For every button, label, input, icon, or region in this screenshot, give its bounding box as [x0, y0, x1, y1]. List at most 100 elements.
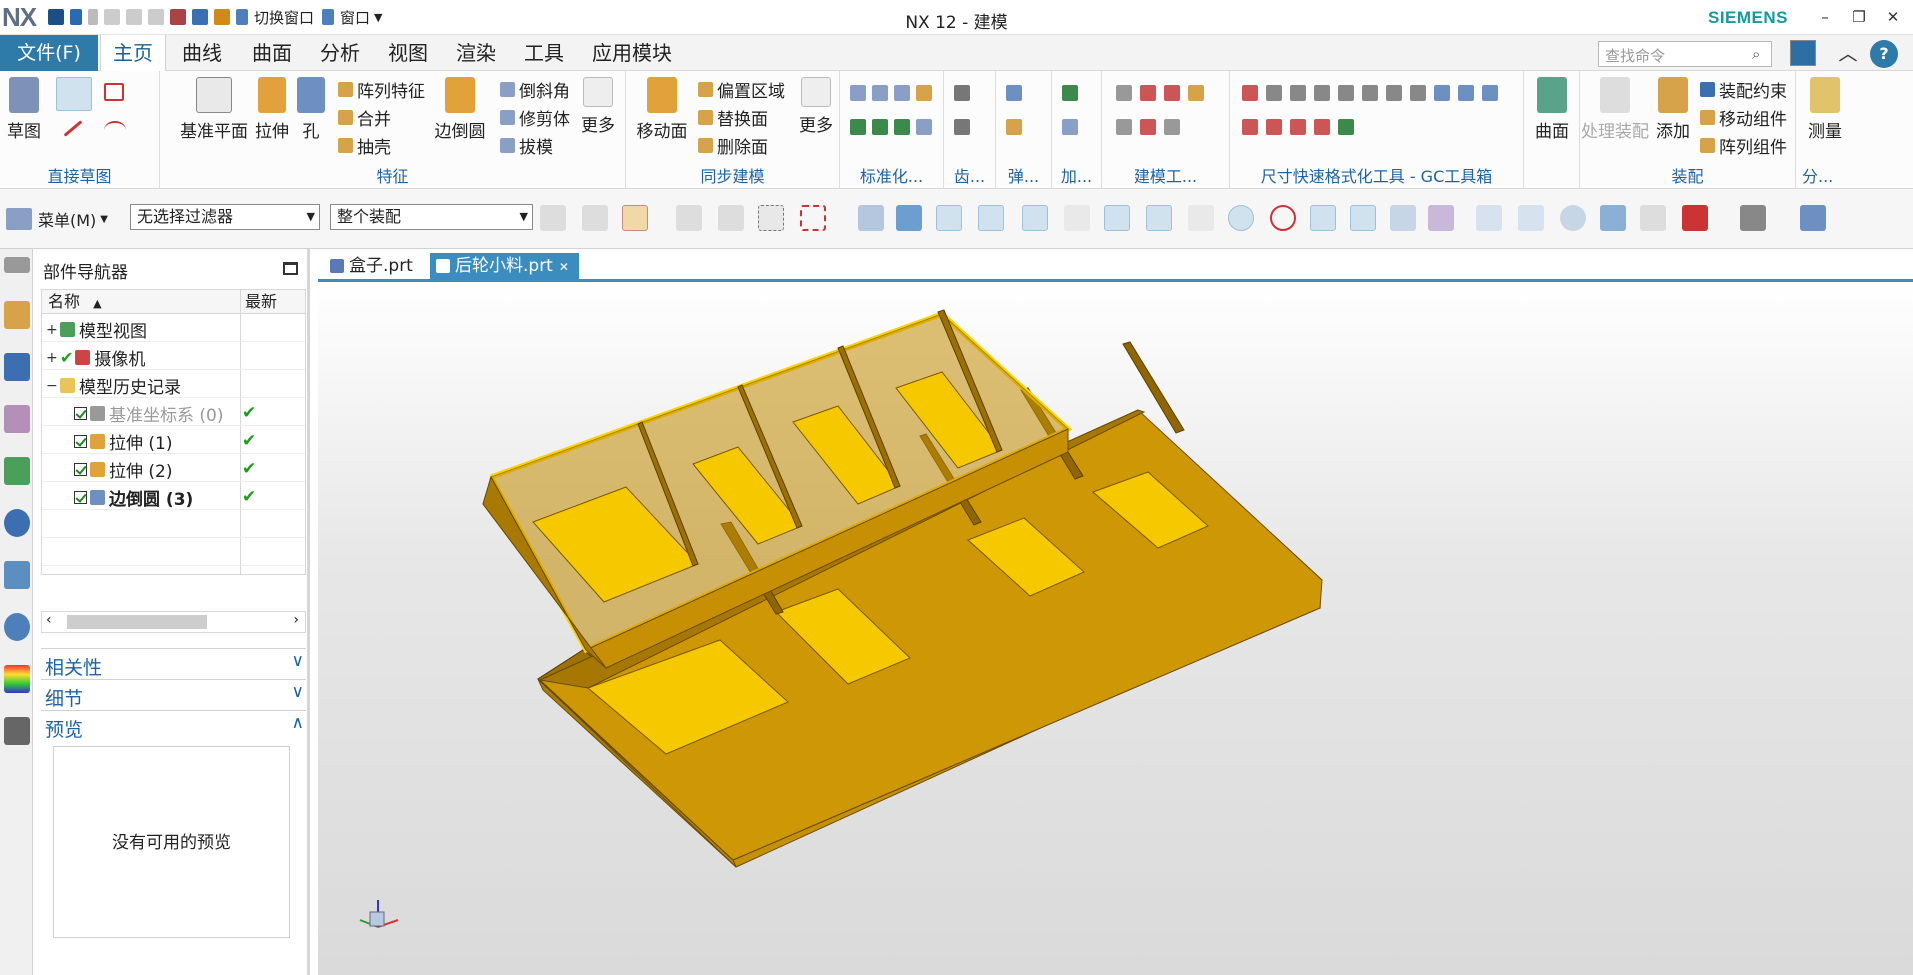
preview-section[interactable]: 预览 ∧	[41, 710, 306, 741]
chamfer-button[interactable]: 倒斜角	[500, 77, 570, 102]
existing-point-icon[interactable]	[1310, 205, 1336, 231]
type-filter-icon[interactable]	[622, 205, 648, 231]
view-orientation-icon[interactable]	[1800, 205, 1826, 231]
shell-button[interactable]: 抽壳	[338, 133, 391, 158]
arc-icon[interactable]	[104, 121, 126, 139]
redo-icon[interactable]	[88, 9, 98, 25]
assembly-navigator-icon[interactable]	[4, 301, 30, 329]
select-all-icon[interactable]	[676, 205, 702, 231]
web-browser-icon[interactable]	[4, 509, 30, 537]
dimension-tool-icon[interactable]	[1410, 85, 1426, 101]
cut-icon[interactable]	[104, 9, 120, 25]
point-on-curve-icon[interactable]	[1350, 205, 1376, 231]
add-feature-icon[interactable]	[1062, 119, 1078, 135]
role-icon[interactable]	[4, 717, 30, 745]
modeling-tool-icon[interactable]	[1188, 85, 1204, 101]
history-icon[interactable]	[4, 561, 30, 589]
collapse-ribbon-icon[interactable]: ︿	[1834, 40, 1862, 68]
section-view-icon[interactable]	[1640, 205, 1666, 231]
standard-part-icon[interactable]	[894, 85, 910, 101]
dimension-tool-icon[interactable]	[1458, 85, 1474, 101]
dimension-tool-icon[interactable]	[1242, 85, 1258, 101]
surface-button[interactable]: 曲面	[1526, 75, 1578, 151]
window-icon[interactable]	[322, 9, 335, 25]
command-search-input[interactable]: 查找命令	[1598, 41, 1772, 67]
tree-row[interactable]: + ✔ 摄像机	[42, 342, 305, 370]
replace-face-button[interactable]: 替换面	[698, 105, 768, 130]
minimize-button[interactable]: –	[1812, 6, 1838, 28]
copy-icon[interactable]	[126, 9, 142, 25]
scroll-right-icon[interactable]: ›	[293, 612, 299, 628]
draft-button[interactable]: 拔模	[500, 133, 553, 158]
standard-part-icon[interactable]	[872, 85, 888, 101]
tab-tools[interactable]: 工具	[512, 35, 576, 71]
modeling-tool-icon[interactable]	[1140, 85, 1156, 101]
quadrant-point-icon[interactable]	[1270, 205, 1296, 231]
curve-icon[interactable]	[1064, 205, 1090, 231]
spline-point-icon[interactable]	[1146, 205, 1172, 231]
offset-region-button[interactable]: 偏置区域	[698, 77, 785, 102]
chevron-down-icon[interactable]: ▼	[374, 11, 382, 24]
restore-button[interactable]: ❐	[1846, 6, 1872, 28]
box-model[interactable]	[318, 282, 1913, 975]
hole-button[interactable]: 孔	[294, 75, 328, 151]
snap-point-icon[interactable]	[936, 205, 962, 231]
delete-icon[interactable]	[170, 9, 186, 25]
add-component-button[interactable]: 添加	[1652, 75, 1694, 151]
display-style-icon[interactable]	[1740, 205, 1766, 231]
save-icon[interactable]	[48, 9, 64, 25]
rectangle-select-icon[interactable]	[800, 205, 826, 231]
process-assembly-button[interactable]: 处理装配	[1580, 75, 1650, 151]
control-point-icon[interactable]	[1104, 205, 1130, 231]
undo-icon[interactable]	[70, 9, 82, 25]
maximize-icon[interactable]	[283, 262, 298, 275]
switch-window-button[interactable]: 切换窗口	[254, 7, 314, 28]
modeling-tool-icon[interactable]	[1164, 85, 1180, 101]
mid-point-icon[interactable]	[1022, 205, 1048, 231]
intersection-point-icon[interactable]	[1188, 205, 1214, 231]
repeat-command-icon[interactable]	[192, 9, 208, 25]
general-selection-icon[interactable]	[540, 205, 566, 231]
dimension-tool-icon[interactable]	[1338, 85, 1354, 101]
reuse-library-icon[interactable]	[4, 457, 30, 485]
standard-part-icon[interactable]	[850, 119, 866, 135]
standard-part-icon[interactable]	[850, 85, 866, 101]
line-icon[interactable]	[63, 120, 83, 137]
scroll-left-icon[interactable]: ‹	[46, 612, 52, 628]
dimension-tool-icon[interactable]	[1242, 119, 1258, 135]
tab-view[interactable]: 视图	[376, 35, 440, 71]
document-tab-box[interactable]: 盒子.prt	[324, 253, 423, 282]
switch-window-icon[interactable]	[236, 9, 248, 25]
document-tab-rear-wheel[interactable]: 后轮小料.prt ✕	[430, 253, 579, 282]
bounded-grid-icon[interactable]	[1428, 205, 1454, 231]
orient-view-icon[interactable]	[1600, 205, 1626, 231]
trim-body-button[interactable]: 修剪体	[500, 105, 570, 130]
standard-part-icon[interactable]	[916, 119, 932, 135]
feature-more-button[interactable]: 更多	[576, 75, 620, 151]
dimension-tool-icon[interactable]	[1314, 119, 1330, 135]
clock-icon[interactable]	[4, 613, 30, 641]
gear-icon[interactable]	[954, 119, 970, 135]
dimension-tool-icon[interactable]	[1482, 85, 1498, 101]
move-face-button[interactable]: 移动面	[632, 75, 692, 151]
tree-row[interactable]: 边倒圆 (3) ✔	[42, 482, 305, 510]
standard-part-icon[interactable]	[916, 85, 932, 101]
dimension-tool-icon[interactable]	[1314, 85, 1330, 101]
full-screen-icon[interactable]	[1790, 40, 1816, 66]
details-section[interactable]: 细节 ∨	[41, 679, 306, 710]
scrollbar-thumb[interactable]	[67, 615, 207, 629]
rectangle-icon[interactable]	[104, 83, 124, 101]
gear-icon[interactable]	[954, 85, 970, 101]
dimension-tool-icon[interactable]	[1386, 85, 1402, 101]
solid-body-icon[interactable]	[896, 205, 922, 231]
end-point-icon[interactable]	[978, 205, 1004, 231]
arc-center-icon[interactable]	[1228, 205, 1254, 231]
sketch-button[interactable]: 草图	[0, 75, 48, 151]
selection-intent-icon[interactable]	[582, 205, 608, 231]
tree-row[interactable]: 拉伸 (1) ✔	[42, 426, 305, 454]
standard-part-icon[interactable]	[894, 119, 910, 135]
window-button[interactable]: 窗口	[340, 7, 370, 28]
tree-row[interactable]: 基准坐标系 (0) ✔	[42, 398, 305, 426]
modeling-tool-icon[interactable]	[1140, 119, 1156, 135]
dimension-tool-icon[interactable]	[1338, 119, 1354, 135]
